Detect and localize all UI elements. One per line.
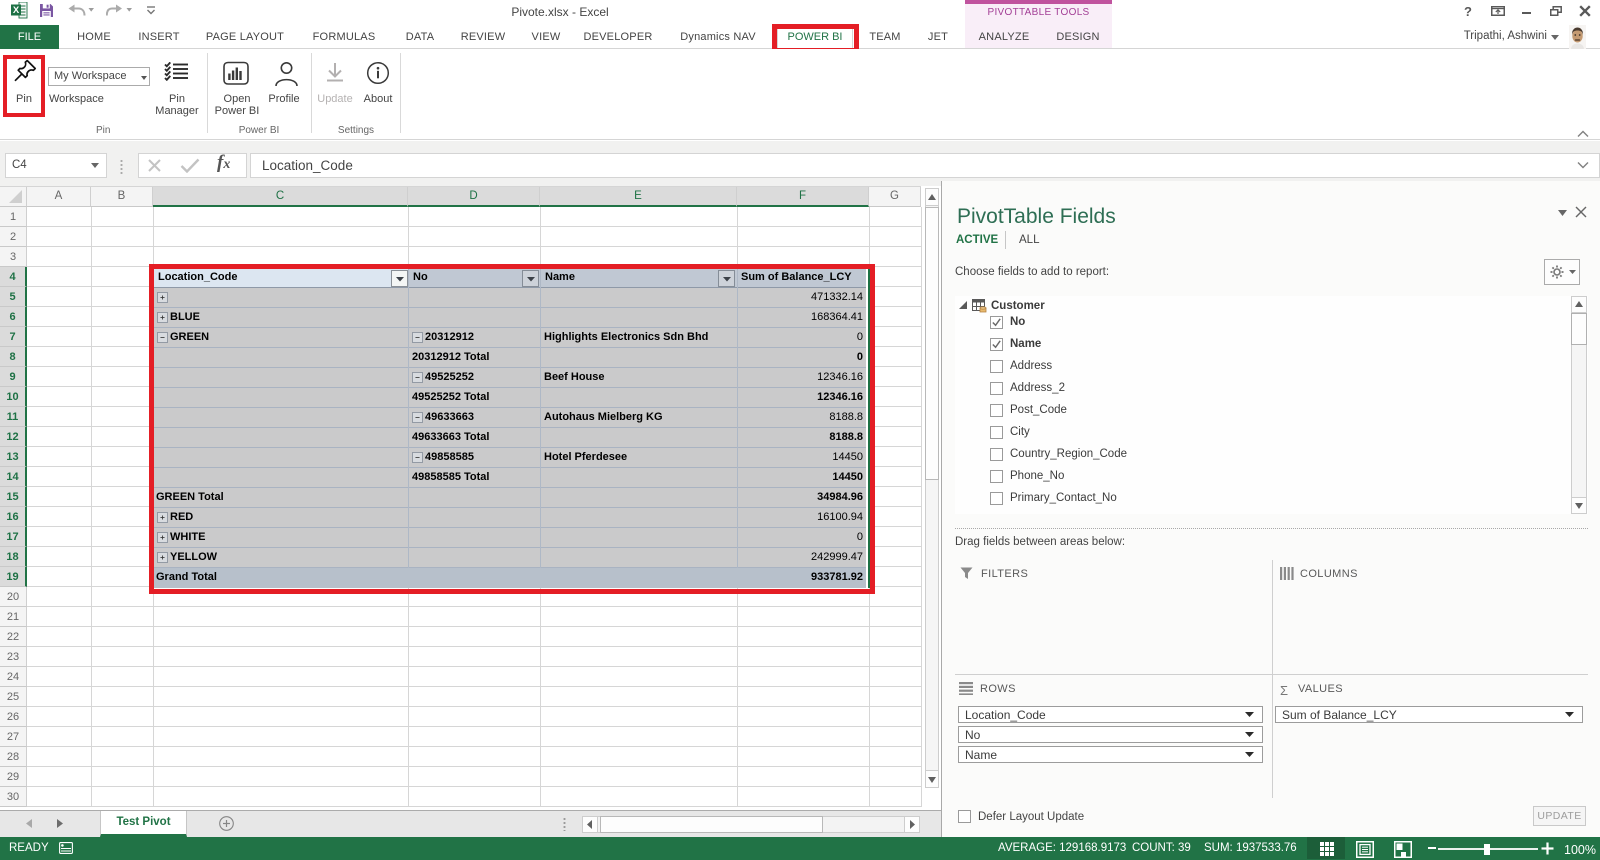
svg-text:X: X xyxy=(13,5,20,16)
